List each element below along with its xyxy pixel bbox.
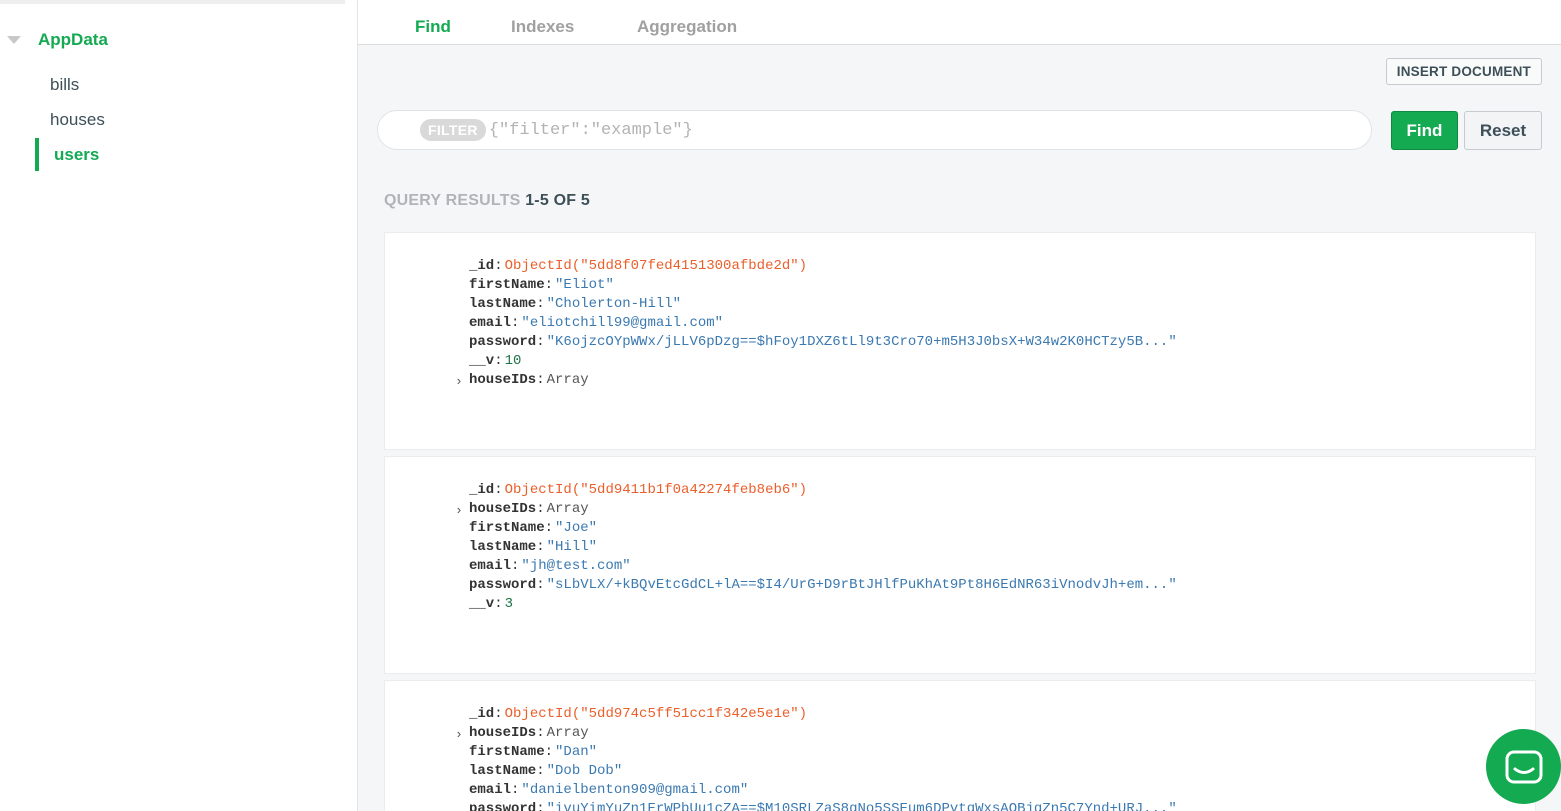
document-field: _id: ObjectId("5dd974c5ff51cc1f342e5e1e") bbox=[469, 706, 808, 722]
field-key: houseIDs bbox=[469, 501, 537, 517]
query-results-count: 1-5 OF 5 bbox=[525, 192, 590, 209]
reset-button[interactable]: Reset bbox=[1464, 111, 1542, 150]
document-field: _id: ObjectId("5dd8f07fed4151300afbde2d") bbox=[469, 258, 808, 274]
document-field: lastName: "Dob Dob" bbox=[469, 763, 623, 779]
chat-icon bbox=[1505, 750, 1542, 783]
document-field: __v:10 bbox=[469, 353, 522, 369]
chevron-right-icon[interactable]: › bbox=[455, 501, 463, 520]
document-field: › houseIDs: Array bbox=[455, 725, 589, 742]
insert-document-button[interactable]: INSERT DOCUMENT bbox=[1385, 58, 1542, 85]
collection-item-houses[interactable]: houses bbox=[35, 105, 105, 135]
collection-label: users bbox=[54, 144, 100, 164]
field-value: Array bbox=[546, 501, 589, 517]
filter-input[interactable] bbox=[488, 120, 1289, 140]
document-field: › houseIDs: Array bbox=[455, 372, 589, 389]
field-key: __v bbox=[469, 596, 495, 612]
field-value: 3 bbox=[504, 596, 514, 612]
document-field: firstName: "Joe" bbox=[469, 520, 598, 536]
chevron-right-icon[interactable]: › bbox=[455, 372, 463, 391]
field-key: email bbox=[469, 782, 512, 798]
field-value: Array bbox=[546, 725, 589, 741]
field-key: _id bbox=[469, 258, 495, 274]
document-field: __v:3 bbox=[469, 596, 514, 612]
field-value: "ivuYimYuZn1ErWPbUu1cZA==$M10SRLZaS8gNo5… bbox=[546, 801, 1177, 811]
document-field: firstName: "Dan" bbox=[469, 744, 598, 760]
field-value: "Joe" bbox=[555, 520, 598, 536]
field-key: lastName bbox=[469, 539, 537, 555]
document-card[interactable]: _id: ObjectId("5dd974c5ff51cc1f342e5e1e")… bbox=[384, 680, 1536, 811]
field-value: ObjectId("5dd8f07fed4151300afbde2d") bbox=[504, 258, 808, 274]
app-window: AppData bills houses users Find Indexes … bbox=[0, 0, 1561, 811]
document-field: firstName: "Eliot" bbox=[469, 277, 614, 293]
document-field: email: "eliotchill99@gmail.com" bbox=[469, 315, 724, 331]
chat-widget-button[interactable] bbox=[1486, 729, 1561, 804]
field-key: email bbox=[469, 558, 512, 574]
field-value: "Hill" bbox=[546, 539, 598, 555]
field-value: "danielbenton909@gmail.com" bbox=[521, 782, 749, 798]
field-value: "jh@test.com" bbox=[521, 558, 631, 574]
chevron-right-icon[interactable]: › bbox=[455, 725, 463, 744]
tab-bar: Find Indexes Aggregation bbox=[358, 0, 1561, 45]
document-field: _id: ObjectId("5dd9411b1f0a42274feb8eb6") bbox=[469, 482, 808, 498]
tab-find[interactable]: Find bbox=[415, 17, 451, 37]
field-key: firstName bbox=[469, 744, 545, 760]
field-key: _id bbox=[469, 706, 495, 722]
document-fields: _id: ObjectId("5dd974c5ff51cc1f342e5e1e")… bbox=[455, 705, 1177, 811]
field-key: houseIDs bbox=[469, 372, 537, 388]
document-field: email: "danielbenton909@gmail.com" bbox=[469, 782, 749, 798]
caret-down-icon[interactable] bbox=[7, 36, 21, 44]
document-fields: _id: ObjectId("5dd9411b1f0a42274feb8eb6")… bbox=[455, 481, 1177, 614]
query-results-header: QUERY RESULTS 1-5 OF 5 bbox=[384, 192, 590, 210]
query-results-label: QUERY RESULTS bbox=[384, 192, 521, 209]
collection-item-users[interactable]: users bbox=[35, 138, 99, 171]
field-value: 10 bbox=[504, 353, 522, 369]
field-key: password bbox=[469, 334, 537, 350]
main-panel: Find Indexes Aggregation INSERT DOCUMENT… bbox=[358, 0, 1561, 811]
filter-pill: FILTER bbox=[420, 119, 486, 141]
field-key: lastName bbox=[469, 296, 537, 312]
field-key: password bbox=[469, 801, 537, 811]
collection-label: houses bbox=[50, 110, 105, 129]
field-value: "sLbVLX/+kBQvEtcGdCL+lA==$I4/UrG+D9rBtJH… bbox=[546, 577, 1177, 593]
document-field: lastName: "Hill" bbox=[469, 539, 598, 555]
sidebar-top-divider bbox=[0, 0, 345, 4]
document-card[interactable]: _id: ObjectId("5dd8f07fed4151300afbde2d")… bbox=[384, 232, 1536, 450]
field-key: _id bbox=[469, 482, 495, 498]
database-node-appdata[interactable]: AppData bbox=[0, 28, 108, 52]
field-key: firstName bbox=[469, 520, 545, 536]
document-field: lastName: "Cholerton-Hill" bbox=[469, 296, 682, 312]
field-value: Array bbox=[546, 372, 589, 388]
tab-aggregation[interactable]: Aggregation bbox=[637, 17, 737, 37]
field-key: lastName bbox=[469, 763, 537, 779]
field-value: ObjectId("5dd9411b1f0a42274feb8eb6") bbox=[504, 482, 808, 498]
field-value: "Cholerton-Hill" bbox=[546, 296, 682, 312]
field-key: __v bbox=[469, 353, 495, 369]
field-value: ObjectId("5dd974c5ff51cc1f342e5e1e") bbox=[504, 706, 808, 722]
document-field: password: "ivuYimYuZn1ErWPbUu1cZA==$M10SR… bbox=[469, 800, 1177, 811]
collection-label: bills bbox=[50, 75, 80, 94]
document-field: email: "jh@test.com" bbox=[469, 558, 631, 574]
tab-indexes[interactable]: Indexes bbox=[511, 17, 574, 37]
field-value: "Dob Dob" bbox=[546, 763, 623, 779]
field-value: "K6ojzcOYpWWx/jLLV6pDzg==$hFoy1DXZ6tLl9t… bbox=[546, 334, 1177, 350]
field-key: email bbox=[469, 315, 512, 331]
field-key: firstName bbox=[469, 277, 545, 293]
filter-bar: FILTER bbox=[377, 110, 1372, 150]
field-key: password bbox=[469, 577, 537, 593]
document-field: password: "K6ojzcOYpWWx/jLLV6pDzg==$hFoy1… bbox=[469, 334, 1177, 350]
document-fields: _id: ObjectId("5dd8f07fed4151300afbde2d")… bbox=[455, 257, 1177, 390]
find-button[interactable]: Find bbox=[1391, 111, 1458, 150]
database-name: AppData bbox=[38, 30, 108, 49]
field-value: "Eliot" bbox=[555, 277, 614, 293]
collection-item-bills[interactable]: bills bbox=[35, 70, 79, 100]
field-value: "eliotchill99@gmail.com" bbox=[521, 315, 724, 331]
field-key: houseIDs bbox=[469, 725, 537, 741]
document-field: password: "sLbVLX/+kBQvEtcGdCL+lA==$I4/Ur… bbox=[469, 577, 1177, 593]
document-field: › houseIDs: Array bbox=[455, 501, 589, 518]
document-card[interactable]: _id: ObjectId("5dd9411b1f0a42274feb8eb6")… bbox=[384, 456, 1536, 674]
field-value: "Dan" bbox=[555, 744, 598, 760]
sidebar: AppData bills houses users bbox=[0, 0, 358, 811]
